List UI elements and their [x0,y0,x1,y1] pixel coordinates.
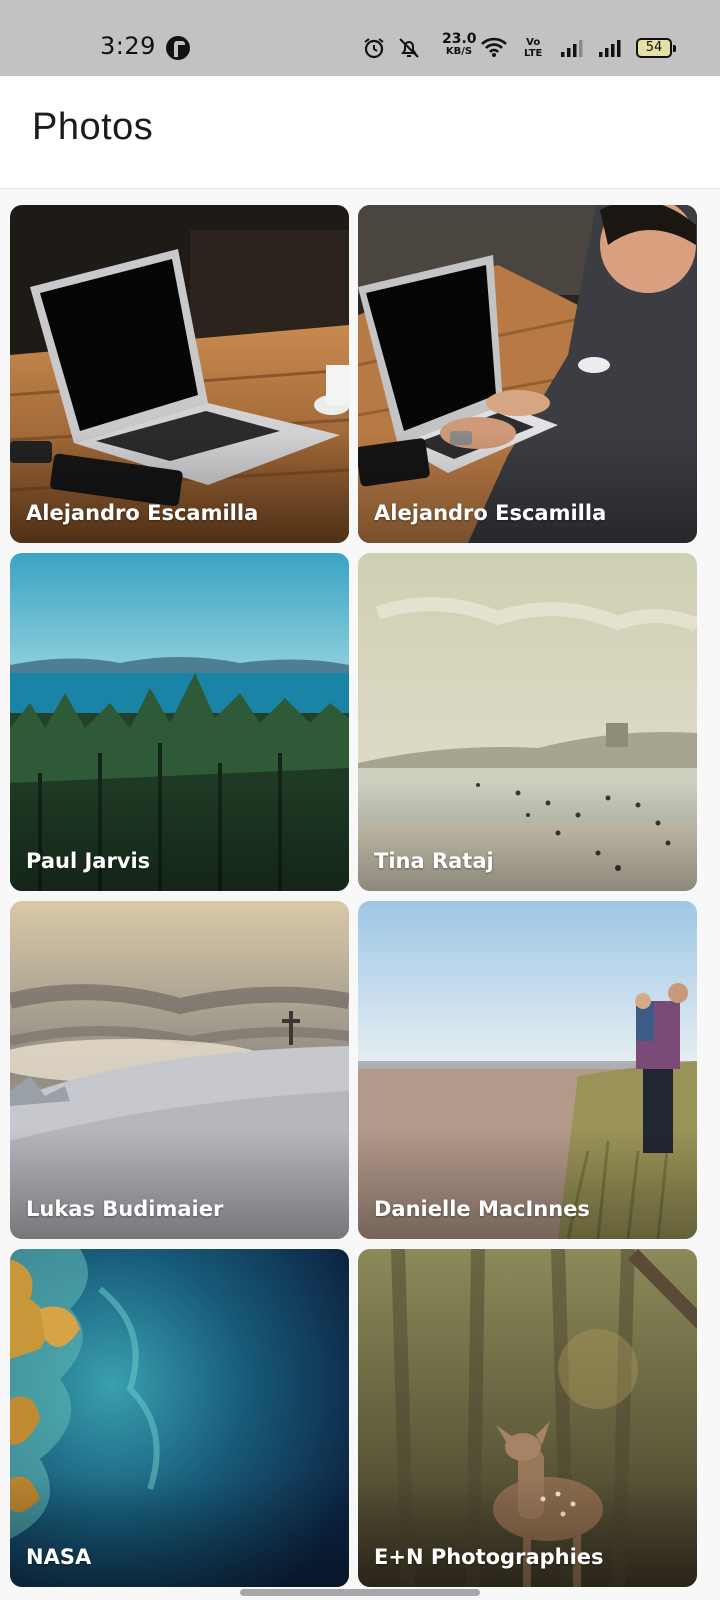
caption-shade [358,781,697,891]
network-speed: 23.0 KB/S [442,31,477,57]
wifi-icon [481,37,507,57]
caption-shade [10,433,349,543]
caption-shade [358,433,697,543]
photo-author: Paul Jarvis [26,849,151,873]
photo-author: Alejandro Escamilla [26,501,259,525]
app-notification-icon [166,36,190,60]
caption-shade [358,1477,697,1587]
home-indicator[interactable] [240,1589,480,1596]
photo-author: Alejandro Escamilla [374,501,607,525]
battery-level: 54 [645,40,663,55]
photo-author: Lukas Budimaier [26,1197,224,1221]
status-time: 3:29 [100,32,156,60]
network-speed-value: 23.0 [442,31,477,47]
alarm-icon [364,38,384,59]
caption-shade [358,1129,697,1239]
photo-card[interactable]: Danielle MacInnes [358,901,697,1239]
volte-badge: Vo LTE [524,37,542,59]
signal-strength-icon [599,40,621,57]
page-title: Photos [32,106,154,148]
photo-card[interactable]: Lukas Budimaier [10,901,349,1239]
photo-author: Danielle MacInnes [374,1197,590,1221]
photo-card[interactable]: Alejandro Escamilla [358,205,697,543]
app-bar: Photos [0,76,720,189]
caption-shade [10,781,349,891]
photo-grid[interactable]: Alejandro Escamilla Alejandro Escamilla [0,189,720,1600]
lte-label: LTE [524,48,543,59]
caption-shade [10,1477,349,1587]
photo-author: Tina Rataj [374,849,494,873]
photo-card[interactable]: E+N Photographies [358,1249,697,1587]
mute-bell-icon [399,38,419,58]
photo-card[interactable]: Paul Jarvis [10,553,349,891]
status-bar: 3:29 23.0 KB/S Vo LTE 54 [0,0,720,76]
photo-card[interactable]: NASA [10,1249,349,1587]
caption-shade [10,1129,349,1239]
network-speed-unit: KB/S [445,46,473,57]
photo-card[interactable]: Tina Rataj [358,553,697,891]
battery-icon: 54 [636,38,676,58]
photo-card[interactable]: Alejandro Escamilla [10,205,349,543]
signal-strength-icon [561,40,583,57]
volte-label: Vo [526,37,541,48]
photo-author: E+N Photographies [374,1545,604,1569]
photo-author: NASA [26,1545,92,1569]
